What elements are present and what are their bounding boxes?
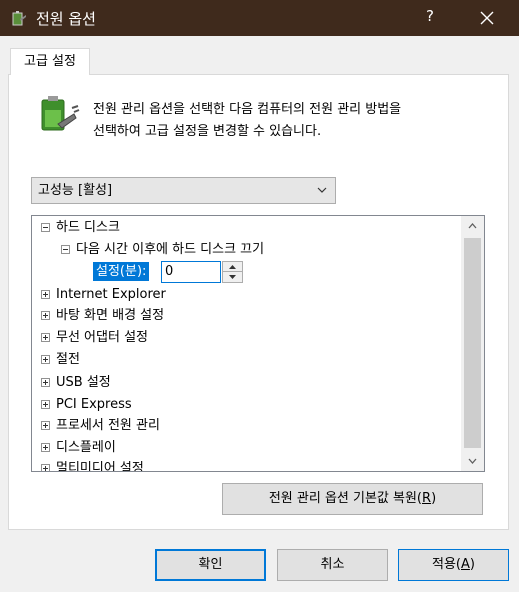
title-bar: 전원 옵션 ?: [0, 0, 519, 36]
expand-icon[interactable]: [41, 421, 50, 430]
power-plan-value: 고성능 [활성]: [38, 183, 113, 198]
chevron-down-icon: [317, 187, 327, 193]
tab-advanced-settings[interactable]: 고급 설정: [10, 48, 90, 75]
scroll-thumb[interactable]: [464, 238, 481, 448]
tree-item-label: USB 설정: [56, 375, 111, 390]
expand-icon[interactable]: [41, 443, 50, 452]
power-plan-select[interactable]: 고성능 [활성]: [31, 177, 336, 204]
tree-scrollbar[interactable]: [461, 216, 484, 471]
chevron-up-icon: [468, 223, 477, 229]
triangle-up-icon: [229, 264, 236, 269]
expand-icon[interactable]: [41, 333, 50, 342]
tree-item-usb[interactable]: USB 설정: [41, 372, 111, 393]
tree-item-label: PCI Express: [56, 397, 132, 412]
scroll-down-button[interactable]: [461, 451, 484, 471]
expand-icon[interactable]: [41, 355, 50, 364]
ok-button[interactable]: 확인: [155, 549, 266, 581]
tree-item-label: 다음 시간 이후에 하드 디스크 끄기: [76, 242, 265, 257]
apply-label-prefix: 적용(: [432, 557, 461, 572]
scroll-up-button[interactable]: [461, 216, 484, 236]
restore-defaults-button[interactable]: 전원 관리 옵션 기본값 복원(R): [222, 483, 483, 515]
restore-label-key: R: [422, 491, 432, 506]
chevron-down-icon: [468, 458, 477, 464]
cancel-button[interactable]: 취소: [277, 549, 388, 581]
description-line-2: 선택하여 고급 설정을 변경할 수 있습니다.: [93, 124, 322, 139]
expand-icon[interactable]: [41, 290, 50, 299]
tree-item-label: 절전: [56, 352, 80, 367]
tree-item-label: 멀티미디어 설정: [56, 461, 144, 471]
description-line-1: 전원 관리 옵션을 선택한 다음 컴퓨터의 전원 관리 방법을: [93, 102, 402, 117]
tree-item-label: 무선 어댑터 설정: [56, 330, 148, 345]
expand-icon[interactable]: [41, 400, 50, 409]
tree-item-desktop-background[interactable]: 바탕 화면 배경 설정: [41, 305, 164, 326]
tree-item-internet-explorer[interactable]: Internet Explorer: [41, 284, 166, 305]
tree-item-sleep[interactable]: 절전: [41, 349, 80, 370]
tree-item-processor[interactable]: 프로세서 전원 관리: [41, 415, 160, 436]
expand-icon[interactable]: [41, 378, 50, 387]
tree-clip: 멀티미디어 설정: [32, 458, 460, 471]
expand-icon[interactable]: [41, 464, 50, 471]
tree-item-label: 디스플레이: [56, 440, 116, 455]
restore-label-prefix: 전원 관리 옵션 기본값 복원(: [268, 491, 423, 506]
power-options-icon: [12, 11, 26, 26]
tree-item-pci-express[interactable]: PCI Express: [41, 394, 132, 415]
restore-label-suffix: ): [431, 491, 437, 506]
tree-item-display[interactable]: 디스플레이: [41, 437, 116, 458]
spin-down-button[interactable]: [223, 272, 242, 282]
minutes-input[interactable]: 0: [161, 261, 221, 283]
apply-label-key: A: [461, 557, 470, 572]
tree-item-label: 바탕 화면 배경 설정: [56, 308, 165, 323]
tree-item-label: 프로세서 전원 관리: [56, 418, 160, 433]
expand-icon[interactable]: [41, 311, 50, 320]
tree-item-hard-disk[interactable]: 하드 디스크: [41, 217, 120, 238]
spin-up-button[interactable]: [223, 262, 242, 272]
setting-minutes-label: 설정(분):: [93, 262, 150, 281]
apply-label-suffix: ): [469, 557, 475, 572]
battery-plug-icon: [41, 96, 80, 131]
triangle-down-icon: [229, 275, 236, 279]
window-title: 전원 옵션: [36, 10, 96, 28]
tree-item-disk-off-after[interactable]: 다음 시간 이후에 하드 디스크 끄기: [61, 239, 264, 260]
tree-item-label: 하드 디스크: [56, 220, 120, 235]
collapse-icon[interactable]: [61, 245, 70, 254]
close-icon: [480, 11, 494, 25]
tree-item-multimedia[interactable]: 멀티미디어 설정: [41, 458, 144, 471]
description-text: 전원 관리 옵션을 선택한 다음 컴퓨터의 전원 관리 방법을 선택하여 고급 …: [93, 99, 493, 143]
tree-item-label: Internet Explorer: [56, 287, 166, 302]
apply-button[interactable]: 적용(A): [398, 549, 509, 581]
help-button[interactable]: ?: [420, 7, 440, 29]
close-button[interactable]: [462, 0, 512, 36]
tree-item-wireless-adapter[interactable]: 무선 어댑터 설정: [41, 327, 148, 348]
collapse-icon[interactable]: [41, 223, 50, 232]
minutes-spinner[interactable]: [222, 261, 243, 283]
